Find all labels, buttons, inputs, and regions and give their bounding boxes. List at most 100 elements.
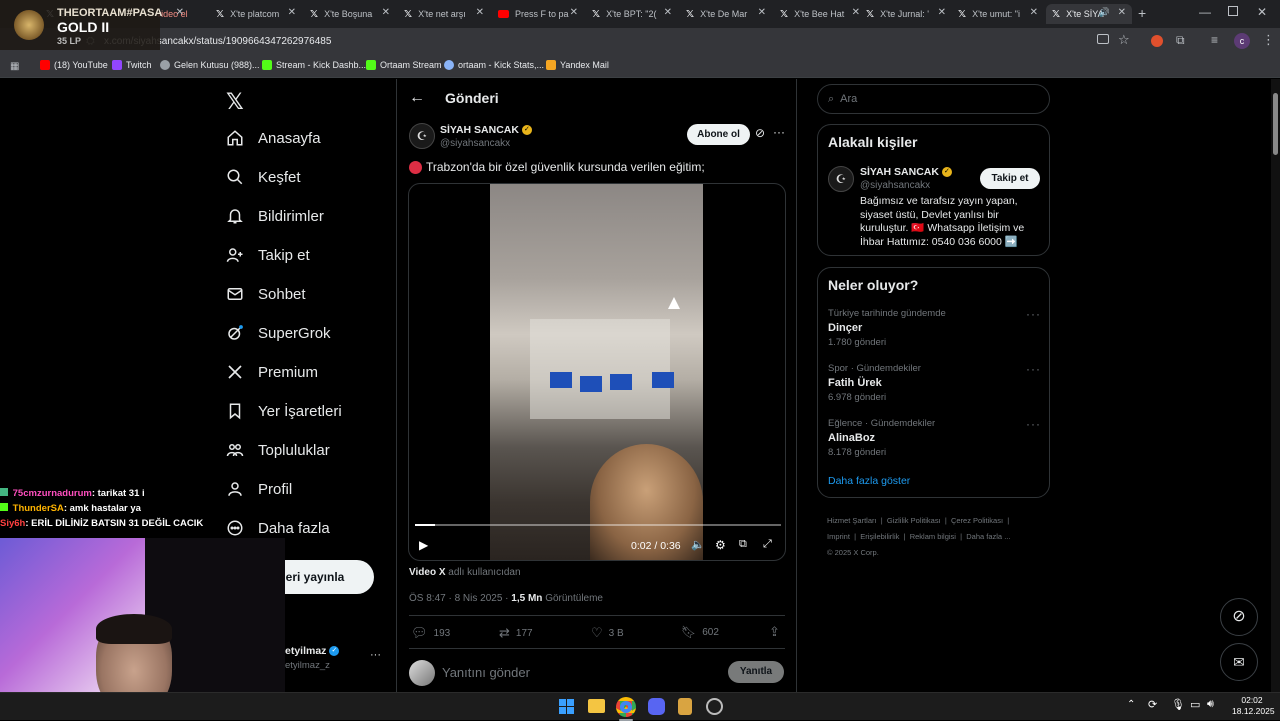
new-tab-button[interactable]: + bbox=[1138, 5, 1146, 21]
author-avatar[interactable]: ☪ bbox=[409, 123, 435, 149]
back-arrow-icon[interactable]: ← bbox=[409, 89, 425, 107]
grok-float-button[interactable]: ⊘ bbox=[1220, 598, 1258, 636]
browser-tab[interactable]: 𝕏 X'te umut: "i ✕ bbox=[952, 4, 1044, 24]
messages-float-button[interactable]: ✉ bbox=[1220, 643, 1258, 681]
browser-tab[interactable]: 𝕏 X'te BPT: "2( ✕ bbox=[586, 4, 678, 24]
close-tab-icon[interactable]: ✕ bbox=[1118, 7, 1126, 18]
source-link[interactable]: Video X bbox=[409, 567, 446, 578]
repost-button[interactable]: ⇄ 177 bbox=[499, 625, 533, 641]
browser-tab[interactable]: 𝕏 X'te platcom ✕ bbox=[210, 4, 302, 24]
grok-explain-icon[interactable]: ⊘ bbox=[755, 126, 765, 140]
start-icon[interactable] bbox=[559, 699, 574, 714]
close-tab-icon[interactable]: ✕ bbox=[758, 7, 766, 18]
tray-chevron-icon[interactable]: ⌃ bbox=[1127, 699, 1135, 710]
close-tab-icon[interactable]: ✕ bbox=[288, 7, 296, 18]
browser-tab-active[interactable]: 𝕏 X'te SİYA 🔊 ✕ bbox=[1046, 4, 1132, 24]
settings-gear-icon[interactable]: ⚙ bbox=[715, 538, 726, 552]
follow-button[interactable]: Takip et bbox=[980, 168, 1040, 189]
sidebar-item-explore[interactable]: Keşfet bbox=[226, 161, 301, 193]
sidebar-item-communities[interactable]: Topluluklar bbox=[226, 434, 330, 466]
browser-menu-icon[interactable]: ⋮ bbox=[1262, 32, 1275, 48]
scrollbar[interactable] bbox=[1271, 79, 1280, 692]
obs-icon[interactable] bbox=[706, 698, 723, 715]
bookmark-star-icon[interactable]: ☆ bbox=[1118, 32, 1130, 48]
subscribe-button[interactable]: Abone ol bbox=[687, 124, 750, 145]
trend-more-icon[interactable]: ··· bbox=[1026, 362, 1041, 376]
sidebar-item-profile[interactable]: Profil bbox=[226, 473, 292, 505]
footer-link[interactable]: Hizmet Şartları bbox=[827, 516, 877, 525]
media-controls-icon[interactable]: ≡ bbox=[1211, 33, 1218, 47]
account-switcher[interactable]: etyilmaz ✓ bbox=[285, 645, 340, 657]
reply-input[interactable]: Yanıtını gönder bbox=[442, 665, 530, 680]
close-tab-icon[interactable]: ✕ bbox=[852, 7, 860, 18]
clock[interactable]: 02:02 18.12.2025 bbox=[1232, 695, 1275, 717]
sidebar-item-follow[interactable]: Takip et bbox=[226, 239, 310, 271]
trend-item[interactable]: Eğlence · Gündemdekiler AlinaBoz 8.178 g… bbox=[828, 418, 935, 458]
x-logo-icon[interactable]: 𝕏 bbox=[226, 89, 244, 115]
show-more-link[interactable]: Daha fazla göster bbox=[828, 475, 910, 487]
browser-tab[interactable]: 𝕏 X'te Boşuna ✕ bbox=[304, 4, 396, 24]
minimize-button[interactable]: — bbox=[1199, 5, 1211, 19]
bookmark-ortaam-stream[interactable]: Ortaam Stream bbox=[366, 60, 442, 70]
search-input[interactable]: Ara bbox=[840, 93, 857, 105]
trend-item[interactable]: Spor · Gündemdekiler Fatih Ürek 6.978 gö… bbox=[828, 363, 921, 403]
post-more-icon[interactable]: ··· bbox=[773, 125, 785, 139]
sidebar-item-home[interactable]: Anasayfa bbox=[226, 122, 321, 154]
close-tab-icon[interactable]: ✕ bbox=[176, 7, 184, 18]
browser-tab[interactable]: 𝕏 X'te Bee Hat ✕ bbox=[774, 4, 866, 24]
reply-button[interactable]: 💬︎ 193 bbox=[411, 625, 450, 641]
close-tab-icon[interactable]: ✕ bbox=[664, 7, 672, 18]
scrollbar-thumb[interactable] bbox=[1273, 93, 1278, 155]
install-app-icon[interactable] bbox=[1097, 34, 1109, 44]
close-tab-icon[interactable]: ✕ bbox=[382, 7, 390, 18]
trend-more-icon[interactable]: ··· bbox=[1026, 417, 1041, 431]
file-explorer-icon[interactable] bbox=[588, 699, 605, 713]
trend-more-icon[interactable]: ··· bbox=[1026, 307, 1041, 321]
bookmark-kick-stats[interactable]: ortaam - Kick Stats,... bbox=[444, 60, 544, 70]
microphone-icon[interactable]: 🎙︎ bbox=[1171, 698, 1185, 711]
volume-icon[interactable]: 🔊︎ bbox=[1207, 698, 1214, 711]
browser-tab[interactable]: 𝕏 X'te Jurnal: ' ✕ bbox=[860, 4, 952, 24]
sidebar-item-notifications[interactable]: Bildirimler bbox=[226, 200, 324, 232]
browser-tab[interactable]: 𝕏 X'te net arşı ✕ bbox=[398, 4, 490, 24]
sidebar-item-premium[interactable]: Premium bbox=[226, 356, 318, 388]
sidebar-item-supergrok[interactable]: SuperGrok bbox=[226, 317, 331, 349]
extension-icon[interactable] bbox=[1151, 35, 1163, 47]
video-progress-track[interactable] bbox=[415, 524, 781, 526]
extensions-puzzle-icon[interactable]: ⧉ bbox=[1176, 33, 1185, 48]
discord-icon[interactable] bbox=[648, 698, 665, 715]
close-tab-icon[interactable]: ✕ bbox=[570, 7, 578, 18]
play-icon[interactable]: ▶ bbox=[419, 538, 428, 552]
bookmark-yandex-mail[interactable]: Yandex Mail bbox=[546, 60, 609, 70]
bookmark-button[interactable]: 🔖︎ 602 bbox=[681, 625, 719, 639]
browser-tab[interactable]: 𝕏 X'te De Mar ✕ bbox=[680, 4, 772, 24]
related-name[interactable]: SİYAH SANCAK ✓ bbox=[860, 166, 952, 178]
browser-tab[interactable]: Press F to pa ✕ bbox=[492, 4, 584, 24]
bookmark-twitch[interactable]: Twitch bbox=[112, 60, 152, 70]
sidebar-item-chat[interactable]: Sohbet bbox=[226, 278, 306, 310]
footer-link[interactable]: Reklam bilgisi bbox=[910, 532, 956, 541]
search-box[interactable]: ⌕ Ara bbox=[817, 84, 1050, 114]
like-button[interactable]: ♡ 3 B bbox=[591, 625, 624, 641]
chrome-icon[interactable] bbox=[616, 697, 636, 717]
sidebar-item-bookmarks[interactable]: Yer İşaretleri bbox=[226, 395, 342, 427]
footer-link[interactable]: Daha fazla ... bbox=[966, 532, 1010, 541]
close-tab-icon[interactable]: ✕ bbox=[1030, 7, 1038, 18]
reply-submit-button[interactable]: Yanıtla bbox=[728, 661, 784, 683]
bookmark-kick-dashboard[interactable]: Stream - Kick Dashb... bbox=[262, 60, 366, 70]
apps-grid-icon[interactable]: ▦ bbox=[10, 61, 19, 72]
bookmark-mail[interactable]: Gelen Kutusu (988)... bbox=[160, 60, 260, 70]
video-player[interactable]: ▶ 0:02 / 0:36 🔈 ⚙ ⧉ ⤢ bbox=[408, 183, 786, 561]
tray-sync-icon[interactable]: ⟳ bbox=[1148, 698, 1157, 711]
pip-icon[interactable]: ⧉ bbox=[739, 538, 747, 551]
maximize-button[interactable] bbox=[1228, 6, 1238, 16]
share-icon[interactable]: ⇪ bbox=[769, 624, 780, 640]
fullscreen-icon[interactable]: ⤢ bbox=[763, 538, 772, 551]
footer-link[interactable]: Çerez Politikası bbox=[951, 516, 1003, 525]
close-window-button[interactable]: ✕ bbox=[1257, 5, 1267, 19]
volume-icon[interactable]: 🔈 bbox=[691, 538, 705, 551]
footer-link[interactable]: Erişilebilirlik bbox=[860, 532, 899, 541]
app-icon[interactable] bbox=[678, 698, 692, 715]
profile-avatar[interactable]: c bbox=[1234, 33, 1250, 49]
close-tab-icon[interactable]: ✕ bbox=[938, 7, 946, 18]
